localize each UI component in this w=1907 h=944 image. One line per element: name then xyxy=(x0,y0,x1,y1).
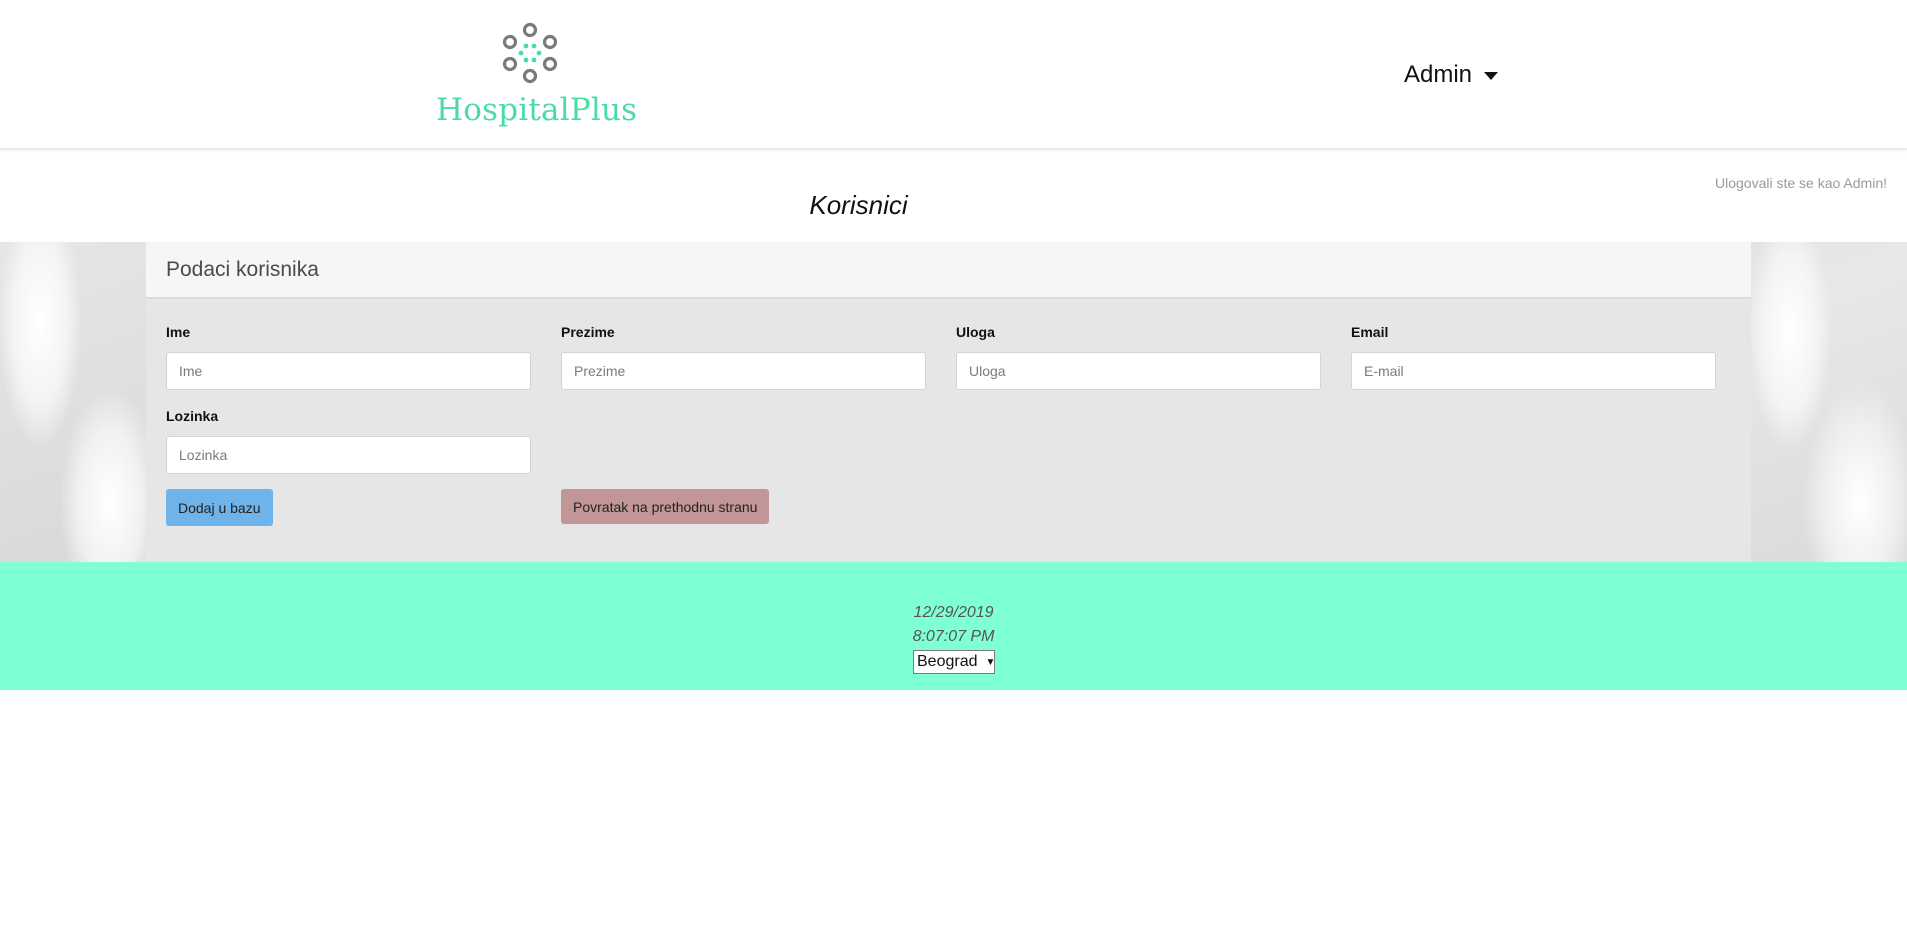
add-to-database-button[interactable]: Dodaj u bazu xyxy=(166,489,273,526)
login-status-text: Ulogovali ste se kao Admin! xyxy=(1715,175,1887,191)
email-input[interactable] xyxy=(1351,352,1716,390)
user-menu-dropdown[interactable]: Admin xyxy=(1404,58,1499,92)
city-select[interactable]: Beograd ▼ xyxy=(913,650,995,674)
uloga-label: Uloga xyxy=(956,324,995,340)
footer-date: 12/29/2019 xyxy=(913,604,994,621)
prezime-input[interactable] xyxy=(561,352,926,390)
site-footer: 12/29/2019 8:07:07 PM Beograd ▼ xyxy=(0,562,1907,690)
user-form-card: Podaci korisnika Ime Prezime Uloga Email… xyxy=(146,242,1751,562)
select-arrow-icon: ▼ xyxy=(985,656,996,668)
card-header: Podaci korisnika xyxy=(146,242,1751,299)
back-button[interactable]: Povratak na prethodnu stranu xyxy=(561,489,770,524)
email-label: Email xyxy=(1351,324,1389,340)
prezime-label: Prezime xyxy=(561,324,615,340)
lozinka-label: Lozinka xyxy=(166,408,219,424)
hospitalplus-logo-icon xyxy=(502,22,558,84)
city-select-value: Beograd xyxy=(917,653,978,670)
brand-name: HospitalPlus xyxy=(436,92,638,128)
footer-time: 8:07:07 PM xyxy=(912,628,995,645)
uloga-input[interactable] xyxy=(956,352,1321,390)
brand-logo[interactable]: HospitalPlus xyxy=(436,18,638,130)
site-header: HospitalPlus Admin xyxy=(0,0,1907,150)
caret-down-icon xyxy=(1484,72,1499,80)
lozinka-input[interactable] xyxy=(166,436,531,474)
ime-label: Ime xyxy=(166,324,191,340)
ime-input[interactable] xyxy=(166,352,531,390)
page-title: Korisnici xyxy=(809,190,908,220)
user-menu-label: Admin xyxy=(1404,61,1473,88)
card-title: Podaci korisnika xyxy=(166,258,319,281)
